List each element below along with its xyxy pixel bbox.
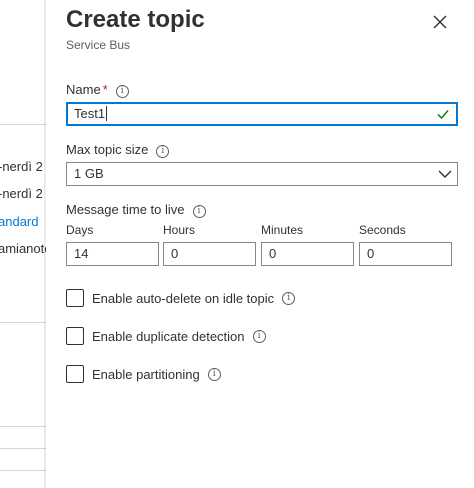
checkmark-icon (437, 110, 449, 120)
duplicate-detection-checkbox[interactable] (66, 327, 84, 345)
hours-label: Hours (163, 223, 196, 237)
background-divider (0, 470, 46, 471)
background-blade: -nerdì 2 -nerdì 2 andard amianote (0, 0, 46, 488)
background-divider (0, 322, 46, 323)
info-icon[interactable]: i (156, 145, 170, 158)
max-topic-size-dropdown[interactable]: 1 GB (66, 162, 458, 186)
seconds-input[interactable]: 0 (359, 242, 452, 266)
close-button[interactable] (428, 10, 452, 34)
info-icon[interactable]: i (252, 329, 266, 343)
auto-delete-label: Enable auto-delete on idle topic (92, 290, 275, 306)
background-row: amianote (0, 241, 46, 256)
info-icon[interactable]: i (115, 85, 129, 98)
days-input[interactable]: 14 (66, 242, 159, 266)
background-row: -nerdì 2 (0, 159, 43, 174)
name-input[interactable]: Test1 (66, 102, 458, 126)
max-topic-size-label: Max topic size i (66, 142, 170, 158)
ttl-label: Message time to live i (66, 202, 206, 218)
auto-delete-checkbox[interactable] (66, 289, 84, 307)
partitioning-label: Enable partitioning (92, 366, 200, 382)
page-subtitle: Service Bus (66, 38, 131, 52)
name-label: Name * i (66, 82, 129, 98)
minutes-label: Minutes (261, 223, 304, 237)
info-icon[interactable]: i (207, 367, 221, 381)
name-input-value: Test1 (74, 106, 108, 121)
max-topic-size-value: 1 GB (74, 166, 104, 181)
chevron-down-icon (438, 170, 452, 178)
ttl-label-text: Message time to live (66, 202, 185, 217)
seconds-label: Seconds (359, 223, 406, 237)
background-divider (0, 448, 46, 449)
duplicate-detection-label: Enable duplicate detection (92, 328, 245, 344)
info-icon[interactable]: i (282, 291, 296, 305)
partitioning-checkbox[interactable] (66, 365, 84, 383)
duplicate-detection-option[interactable]: Enable duplicate detection i (66, 326, 266, 346)
days-label: Days (66, 223, 94, 237)
minutes-input[interactable]: 0 (261, 242, 354, 266)
partitioning-option[interactable]: Enable partitioning i (66, 364, 221, 384)
background-divider (0, 426, 46, 427)
name-label-text: Name (66, 82, 101, 97)
background-link[interactable]: andard (0, 214, 38, 229)
background-divider (0, 124, 46, 125)
close-icon (433, 15, 447, 29)
background-row: -nerdì 2 (0, 186, 43, 201)
create-topic-panel: Create topic Service Bus Name * i Test1 Ma… (46, 0, 474, 488)
auto-delete-option[interactable]: Enable auto-delete on idle topic i (66, 288, 296, 308)
max-topic-size-label-text: Max topic size (66, 142, 149, 157)
hours-input[interactable]: 0 (163, 242, 256, 266)
page-title: Create topic (66, 6, 205, 33)
info-icon[interactable]: i (192, 205, 206, 218)
required-marker: * (102, 82, 108, 97)
